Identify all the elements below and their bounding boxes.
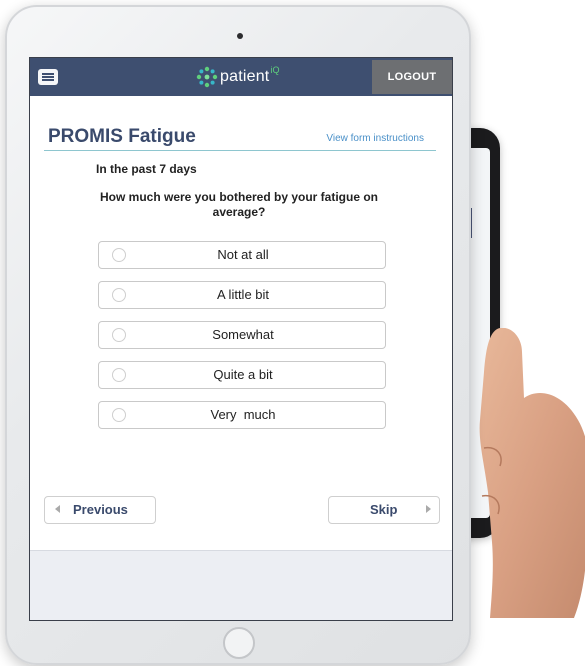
logo-text: patient [220,68,270,85]
scene: patient iQ LOGOUT PROMIS Fatigue View fo… [0,0,585,666]
logout-button[interactable]: LOGOUT [372,60,452,94]
answer-option-label: Not at all [217,247,269,262]
answer-option-label: Quite a bit [213,367,273,382]
chevron-left-icon [55,505,60,513]
answer-option-label: Very much [210,407,276,422]
view-form-instructions-link[interactable]: View form instructions [326,133,424,144]
tablet-device: patient iQ LOGOUT PROMIS Fatigue View fo… [5,5,471,665]
answer-option-label: A little bit [216,287,270,302]
hand-image [479,328,585,618]
tablet-camera [237,33,243,39]
previous-label: Previous [73,502,128,517]
chevron-right-icon [426,505,431,513]
answer-option-very-much[interactable]: Very much [98,401,386,429]
skip-button[interactable]: Skip [328,496,440,524]
footer-band [30,550,452,620]
answer-option-somewhat[interactable]: Somewhat [98,321,386,349]
logo-superscript: iQ [270,65,280,75]
title-divider [44,150,436,151]
form-title: PROMIS Fatigue [48,126,196,147]
answer-option-quite-a-bit[interactable]: Quite a bit [98,361,386,389]
tablet-home-button [223,627,255,659]
timeframe-text: In the past 7 days [96,162,197,176]
previous-button[interactable]: Previous [44,496,156,524]
dots-ring-logo-icon [196,66,218,88]
answer-option-a-little-bit[interactable]: A little bit [98,281,386,309]
answer-option-label: Somewhat [212,327,274,342]
app-screen: patient iQ LOGOUT PROMIS Fatigue View fo… [29,57,453,621]
answer-options: Not at all A little bit Somewhat Quite a… [98,241,388,441]
skip-label: Skip [370,502,398,517]
app-header: patient iQ LOGOUT [30,58,452,96]
hamburger-menu-icon[interactable] [38,69,58,85]
answer-option-not-at-all[interactable]: Not at all [98,241,386,269]
question-text: How much were you bothered by your fatig… [99,190,379,219]
patient-logo: patient iQ [196,65,280,88]
